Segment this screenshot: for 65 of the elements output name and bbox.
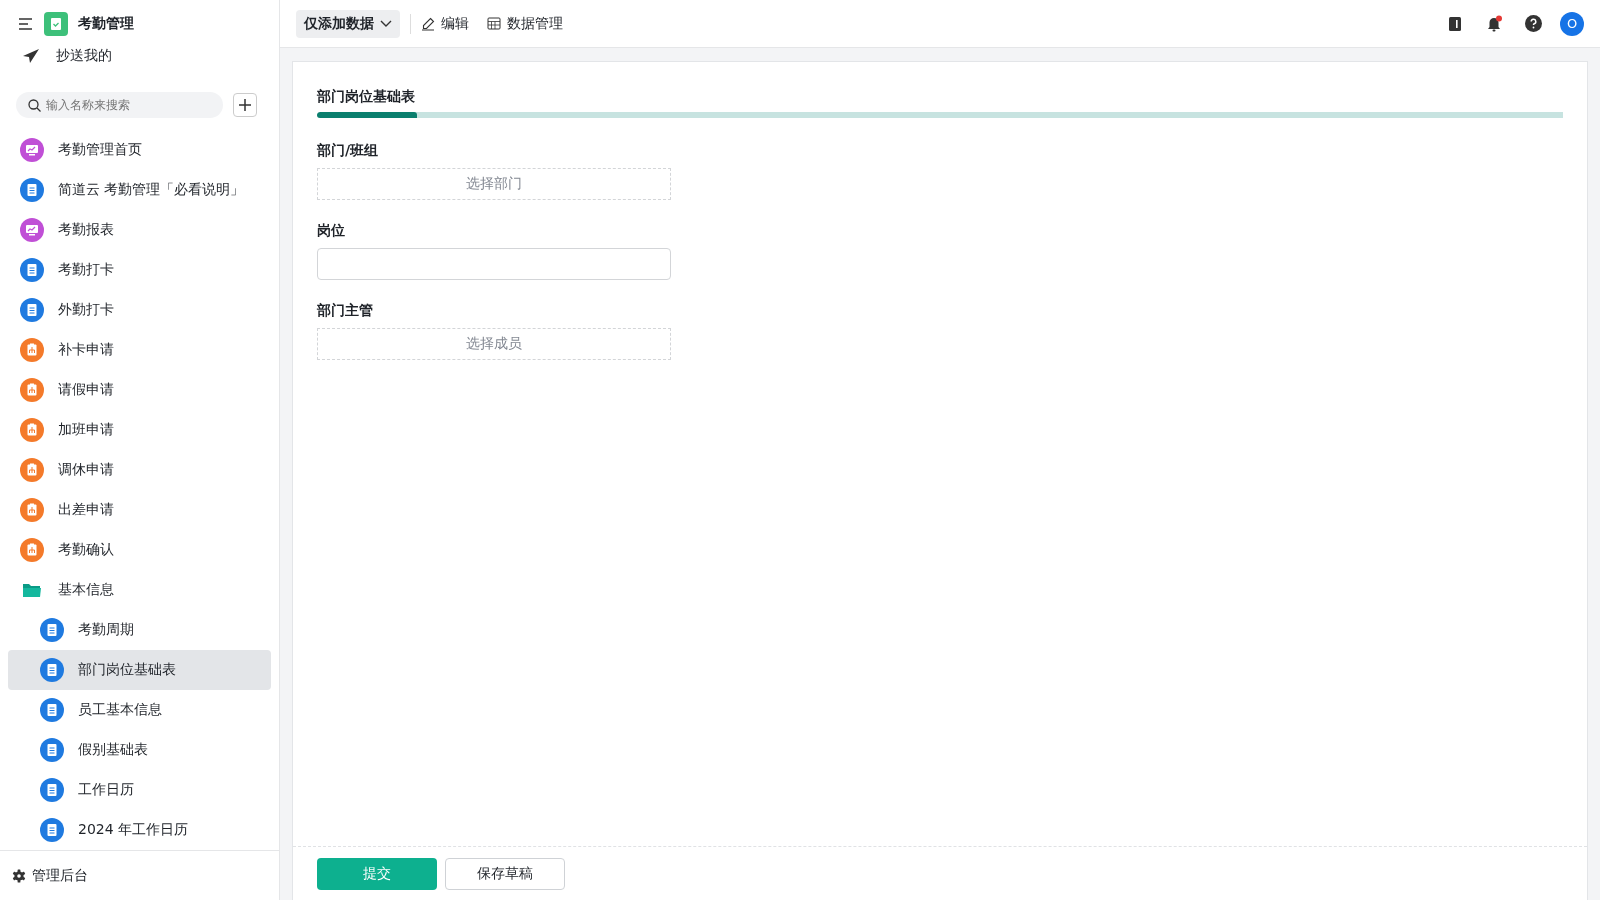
menu-icon[interactable] [18, 17, 34, 31]
nav-item[interactable]: 假别基础表 [8, 730, 271, 770]
help-icon[interactable] [1525, 15, 1542, 32]
data-management-button[interactable]: 数据管理 [487, 14, 563, 33]
search-field[interactable]: 输入名称来搜索 [16, 92, 223, 118]
document-icon [40, 738, 64, 762]
nav-item[interactable]: 考勤确认 [8, 530, 271, 570]
nav-item[interactable]: 请假申请 [8, 370, 271, 410]
field-label: 岗位 [317, 222, 346, 240]
pencil-icon [421, 16, 435, 31]
user-avatar[interactable]: O [1560, 11, 1584, 36]
save-draft-button[interactable]: 保存草稿 [445, 857, 565, 890]
nav-item[interactable]: 外勤打卡 [8, 290, 271, 330]
document-icon [40, 698, 64, 722]
nav-item[interactable]: 员工基本信息 [8, 690, 271, 730]
document-icon [40, 818, 64, 842]
chart-icon [20, 218, 44, 242]
clipboard-icon [20, 418, 44, 442]
nav-item[interactable]: 考勤管理首页 [8, 130, 271, 170]
add-button[interactable] [233, 93, 257, 117]
nav-item[interactable]: 考勤打卡 [8, 250, 271, 290]
nav-item[interactable]: 考勤周期 [8, 610, 271, 650]
search-icon [28, 98, 41, 112]
picker-field[interactable]: 选择成员 [317, 328, 671, 360]
field-label: 部门主管 [317, 302, 374, 320]
document-icon [20, 298, 44, 322]
folder-icon [20, 582, 44, 598]
plus-icon [238, 98, 252, 112]
document-icon [20, 258, 44, 282]
clipboard-icon [20, 498, 44, 522]
nav-item[interactable]: 2024 年工作日历 [8, 810, 271, 850]
nav-item[interactable]: 部门岗位基础表 [8, 650, 271, 690]
nav-item[interactable]: 调休申请 [8, 450, 271, 490]
clipboard-icon [20, 338, 44, 362]
document-icon [40, 778, 64, 802]
nav-item[interactable]: 考勤报表 [8, 210, 271, 250]
form-title: 部门岗位基础表 [317, 88, 416, 106]
field-label: 部门/班组 [317, 142, 380, 160]
input-field[interactable] [317, 248, 671, 280]
admin-link[interactable]: 管理后台 [0, 850, 279, 900]
nav-item[interactable]: 工作日历 [8, 770, 271, 810]
bell-icon[interactable] [1485, 14, 1503, 33]
cc-link[interactable]: 抄送我的 [0, 44, 134, 68]
notebook-icon[interactable] [1447, 15, 1463, 32]
nav-item[interactable]: 加班申请 [8, 410, 271, 450]
document-icon [20, 178, 44, 202]
mode-dropdown[interactable]: 仅添加数据 [296, 9, 400, 38]
app-logo-icon [44, 12, 68, 36]
clipboard-icon [20, 378, 44, 402]
nav-item[interactable]: 简道云 考勤管理「必看说明」 [8, 170, 271, 210]
table-icon [487, 17, 501, 30]
paper-plane-icon [22, 48, 40, 64]
chevron-down-icon [380, 19, 392, 28]
picker-field[interactable]: 选择部门 [317, 168, 671, 200]
chart-icon [20, 138, 44, 162]
clipboard-icon [20, 458, 44, 482]
app-title: 考勤管理 [78, 15, 134, 33]
document-icon [40, 658, 64, 682]
edit-button[interactable]: 编辑 [421, 14, 469, 33]
nav-item[interactable]: 补卡申请 [8, 330, 271, 370]
nav-item[interactable]: 基本信息 [8, 570, 271, 610]
clipboard-icon [20, 538, 44, 562]
document-icon [40, 618, 64, 642]
gear-icon [12, 868, 26, 883]
nav-item[interactable]: 出差申请 [8, 490, 271, 530]
